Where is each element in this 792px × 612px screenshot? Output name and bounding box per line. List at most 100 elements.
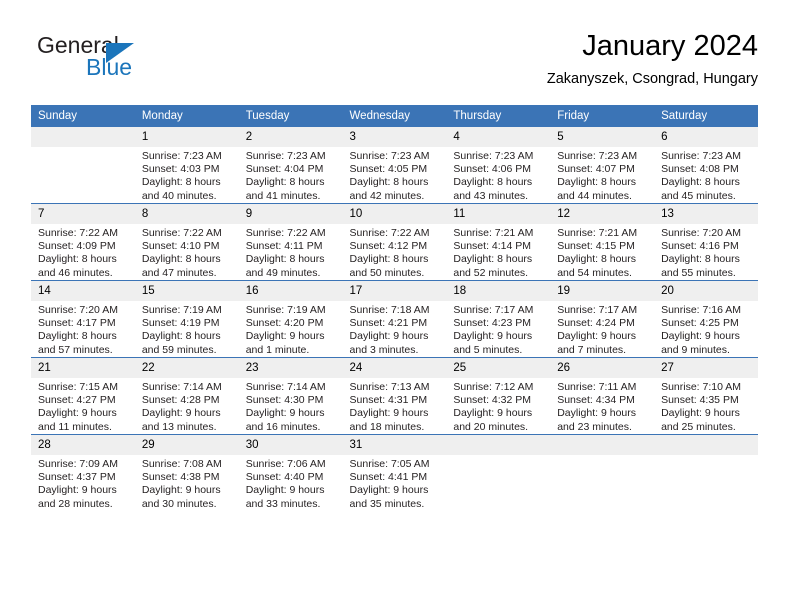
calendar-day-cell[interactable]: 25 Sunrise: 7:12 AM Sunset: 4:32 PM Dayligh… xyxy=(446,357,551,435)
page-header: General Blue January 2024 Zakanyszek, Cs… xyxy=(31,28,758,96)
calendar-day-cell[interactable]: 4 Sunrise: 7:23 AM Sunset: 4:06 PM Daylight… xyxy=(446,127,551,204)
calendar-day-cell[interactable]: 27 Sunrise: 7:10 AM Sunset: 4:35 PM Dayligh… xyxy=(654,357,758,435)
daylight-text-line2: and 18 minutes. xyxy=(349,420,425,433)
daylight-text-line1: Daylight: 9 hours xyxy=(349,407,429,420)
calendar-day-cell[interactable]: 18 Sunrise: 7:17 AM Sunset: 4:23 PM Dayligh… xyxy=(446,280,551,358)
calendar-day-cell[interactable]: 5 Sunrise: 7:23 AM Sunset: 4:07 PM Daylight… xyxy=(550,127,655,204)
day-number: 1 xyxy=(134,127,239,147)
calendar-day-cell[interactable]: 10 Sunrise: 7:22 AM Sunset: 4:12 PM Dayligh… xyxy=(342,203,447,281)
calendar-day-cell[interactable]: 6 Sunrise: 7:23 AM Sunset: 4:08 PM Daylight… xyxy=(654,127,758,204)
day-number: 23 xyxy=(238,358,343,378)
calendar-day-cell[interactable]: 7 Sunrise: 7:22 AM Sunset: 4:09 PM Daylight… xyxy=(31,203,135,281)
calendar-day-cell[interactable]: 12 Sunrise: 7:21 AM Sunset: 4:15 PM Dayligh… xyxy=(550,203,655,281)
calendar-day-cell[interactable]: 15 Sunrise: 7:19 AM Sunset: 4:19 PM Dayligh… xyxy=(134,280,239,358)
calendar-day-cell[interactable]: 1 Sunrise: 7:23 AM Sunset: 4:03 PM Daylight… xyxy=(134,127,239,204)
day-sun-info: Sunrise: 7:23 AM Sunset: 4:06 PM Daylight:… xyxy=(446,147,550,203)
sunrise-text: Sunrise: 7:12 AM xyxy=(453,381,534,393)
calendar-day-cell[interactable]: 23 Sunrise: 7:14 AM Sunset: 4:30 PM Dayligh… xyxy=(238,357,343,435)
daylight-text-line1: Daylight: 9 hours xyxy=(453,330,533,343)
daylight-text-line2: and 30 minutes. xyxy=(141,497,217,510)
sunrise-text: Sunrise: 7:21 AM xyxy=(453,227,534,239)
calendar-day-cell[interactable]: 17 Sunrise: 7:18 AM Sunset: 4:21 PM Dayligh… xyxy=(342,280,447,358)
calendar-day-cell[interactable]: 13 Sunrise: 7:20 AM Sunset: 4:16 PM Dayligh… xyxy=(654,203,758,281)
day-sun-info: Sunrise: 7:17 AM Sunset: 4:24 PM Daylight:… xyxy=(550,301,654,357)
title-block: January 2024 Zakanyszek, Csongrad, Hunga… xyxy=(547,28,758,90)
sunrise-text: Sunrise: 7:22 AM xyxy=(141,227,222,239)
weekday-header-sunday: Sunday xyxy=(31,105,135,127)
calendar-day-cell[interactable]: 28 Sunrise: 7:09 AM Sunset: 4:37 PM Dayligh… xyxy=(31,434,135,511)
day-sun-info: Sunrise: 7:18 AM Sunset: 4:21 PM Daylight:… xyxy=(343,301,447,357)
daylight-text-line2: and 47 minutes. xyxy=(141,266,217,279)
day-number xyxy=(654,435,758,455)
calendar-day-cell[interactable]: 30 Sunrise: 7:06 AM Sunset: 4:40 PM Dayligh… xyxy=(238,434,343,511)
calendar-day-cell[interactable]: 31 Sunrise: 7:05 AM Sunset: 4:41 PM Dayligh… xyxy=(342,434,447,511)
daylight-text-line1: Daylight: 9 hours xyxy=(661,407,740,420)
daylight-text-line2: and 28 minutes. xyxy=(38,497,113,510)
daylight-text-line1: Daylight: 8 hours xyxy=(453,176,533,189)
calendar-day-cell[interactable]: 20 Sunrise: 7:16 AM Sunset: 4:25 PM Dayligh… xyxy=(654,280,758,358)
calendar-day-cell[interactable]: 24 Sunrise: 7:13 AM Sunset: 4:31 PM Dayligh… xyxy=(342,357,447,435)
daylight-text-line1: Daylight: 9 hours xyxy=(557,407,637,420)
calendar-day-cell[interactable]: 22 Sunrise: 7:14 AM Sunset: 4:28 PM Dayligh… xyxy=(134,357,239,435)
calendar-day-cell-empty xyxy=(31,127,135,204)
calendar-day-cell[interactable]: 21 Sunrise: 7:15 AM Sunset: 4:27 PM Dayligh… xyxy=(31,357,135,435)
sunset-text: Sunset: 4:04 PM xyxy=(245,163,324,176)
daylight-text-line2: and 40 minutes. xyxy=(141,189,217,202)
calendar-body: 1 Sunrise: 7:23 AM Sunset: 4:03 PM Daylight… xyxy=(31,127,758,511)
weekday-header-wednesday: Wednesday xyxy=(342,105,447,127)
day-number xyxy=(550,435,655,455)
daylight-text-line2: and 11 minutes. xyxy=(38,420,112,433)
day-number: 25 xyxy=(446,358,551,378)
calendar-day-cell[interactable]: 2 Sunrise: 7:23 AM Sunset: 4:04 PM Daylight… xyxy=(238,127,343,204)
daylight-text-line1: Daylight: 9 hours xyxy=(38,484,117,497)
day-number: 20 xyxy=(654,281,758,301)
daylight-text-line2: and 3 minutes. xyxy=(349,343,419,356)
daylight-text-line2: and 13 minutes. xyxy=(141,420,217,433)
day-sun-info: Sunrise: 7:22 AM Sunset: 4:12 PM Daylight:… xyxy=(343,224,447,280)
daylight-text-line1: Daylight: 9 hours xyxy=(349,484,429,497)
daylight-text-line1: Daylight: 8 hours xyxy=(245,253,325,266)
calendar-day-cell[interactable]: 9 Sunrise: 7:22 AM Sunset: 4:11 PM Daylight… xyxy=(238,203,343,281)
calendar-day-cell[interactable]: 8 Sunrise: 7:22 AM Sunset: 4:10 PM Daylight… xyxy=(134,203,239,281)
weekday-header-thursday: Thursday xyxy=(446,105,551,127)
sunrise-text: Sunrise: 7:23 AM xyxy=(349,150,430,162)
daylight-text-line1: Daylight: 9 hours xyxy=(141,484,221,497)
daylight-text-line2: and 1 minute. xyxy=(245,343,310,356)
sunset-text: Sunset: 4:31 PM xyxy=(349,394,428,407)
day-number: 10 xyxy=(342,204,447,224)
calendar-day-cell-empty xyxy=(550,434,655,511)
sunset-text: Sunset: 4:41 PM xyxy=(349,471,428,484)
sunset-text: Sunset: 4:07 PM xyxy=(557,163,635,176)
day-sun-info: Sunrise: 7:23 AM Sunset: 4:08 PM Daylight:… xyxy=(654,147,758,203)
day-sun-info: Sunrise: 7:23 AM Sunset: 4:03 PM Daylight:… xyxy=(135,147,239,203)
daylight-text-line2: and 25 minutes. xyxy=(661,420,736,433)
day-number: 22 xyxy=(134,358,239,378)
day-number: 9 xyxy=(238,204,343,224)
day-sun-info: Sunrise: 7:19 AM Sunset: 4:19 PM Daylight:… xyxy=(135,301,239,357)
calendar-day-cell[interactable]: 3 Sunrise: 7:23 AM Sunset: 4:05 PM Daylight… xyxy=(342,127,447,204)
daylight-text-line1: Daylight: 9 hours xyxy=(245,330,325,343)
sunrise-text: Sunrise: 7:13 AM xyxy=(349,381,430,393)
daylight-text-line1: Daylight: 9 hours xyxy=(661,330,740,343)
calendar-day-cell[interactable]: 19 Sunrise: 7:17 AM Sunset: 4:24 PM Dayligh… xyxy=(550,280,655,358)
calendar-day-cell[interactable]: 14 Sunrise: 7:20 AM Sunset: 4:17 PM Dayligh… xyxy=(31,280,135,358)
calendar-day-cell[interactable]: 16 Sunrise: 7:19 AM Sunset: 4:20 PM Dayligh… xyxy=(238,280,343,358)
calendar-day-cell[interactable]: 29 Sunrise: 7:08 AM Sunset: 4:38 PM Dayligh… xyxy=(134,434,239,511)
day-sun-info: Sunrise: 7:05 AM Sunset: 4:41 PM Daylight:… xyxy=(343,455,447,511)
calendar-day-cell[interactable]: 11 Sunrise: 7:21 AM Sunset: 4:14 PM Dayligh… xyxy=(446,203,551,281)
daylight-text-line1: Daylight: 8 hours xyxy=(141,253,221,266)
daylight-text-line2: and 50 minutes. xyxy=(349,266,425,279)
day-number: 11 xyxy=(446,204,551,224)
sunset-text: Sunset: 4:24 PM xyxy=(557,317,635,330)
sunset-text: Sunset: 4:23 PM xyxy=(453,317,532,330)
day-number: 19 xyxy=(550,281,655,301)
daylight-text-line1: Daylight: 9 hours xyxy=(453,407,533,420)
daylight-text-line2: and 43 minutes. xyxy=(453,189,529,202)
day-sun-info: Sunrise: 7:09 AM Sunset: 4:37 PM Daylight:… xyxy=(31,455,135,511)
daylight-text-line1: Daylight: 9 hours xyxy=(38,407,117,420)
sunrise-text: Sunrise: 7:23 AM xyxy=(245,150,326,162)
calendar-day-cell[interactable]: 26 Sunrise: 7:11 AM Sunset: 4:34 PM Dayligh… xyxy=(550,357,655,435)
sunrise-text: Sunrise: 7:23 AM xyxy=(141,150,222,162)
daylight-text-line1: Daylight: 8 hours xyxy=(557,253,637,266)
daylight-text-line2: and 9 minutes. xyxy=(661,343,730,356)
